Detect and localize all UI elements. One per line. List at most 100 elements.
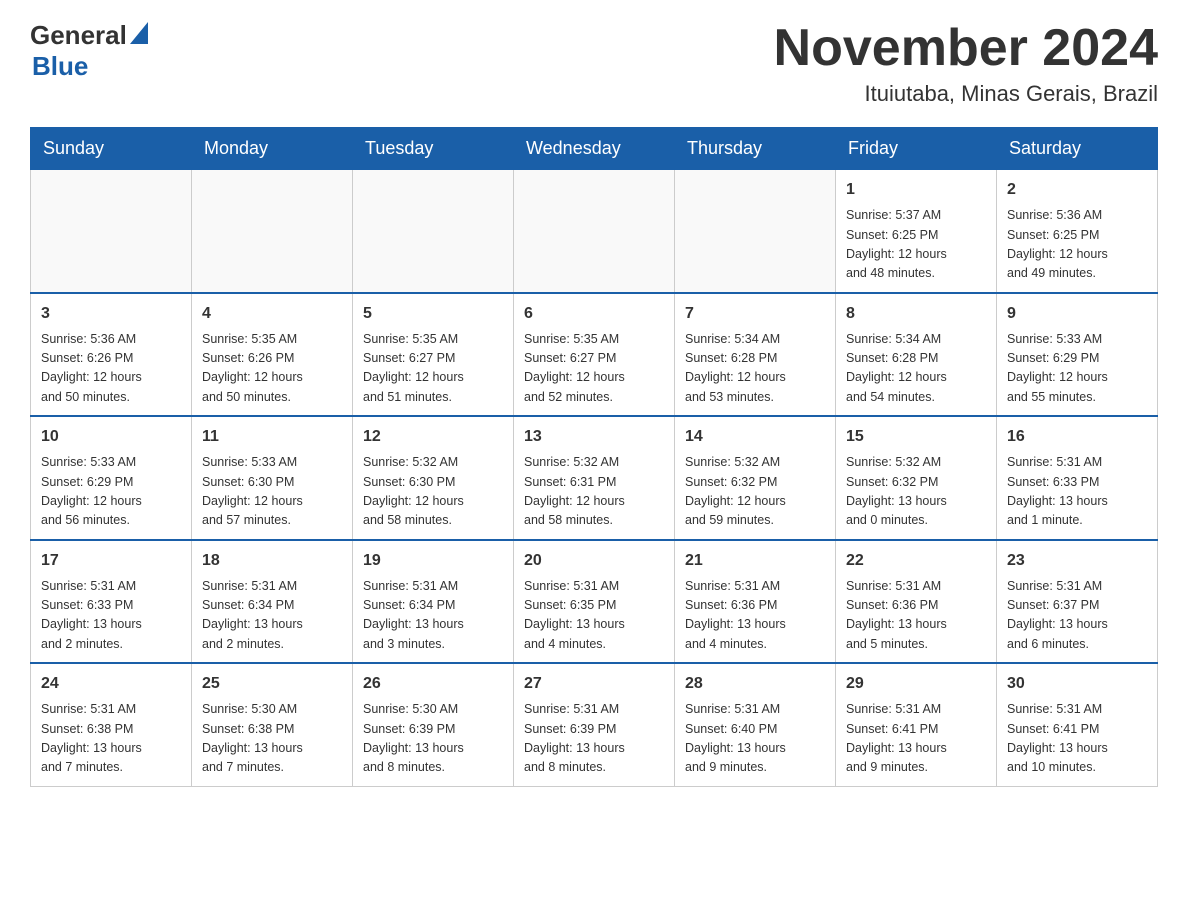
page-header: General Blue November 2024 Ituiutaba, Mi… — [30, 20, 1158, 107]
calendar-header-friday: Friday — [836, 128, 997, 170]
day-number: 6 — [524, 302, 664, 326]
day-number: 23 — [1007, 549, 1147, 573]
calendar-day-cell: 4Sunrise: 5:35 AMSunset: 6:26 PMDaylight… — [192, 293, 353, 417]
calendar-day-cell — [514, 170, 675, 293]
calendar-header-saturday: Saturday — [997, 128, 1158, 170]
day-info: Sunrise: 5:33 AMSunset: 6:30 PMDaylight:… — [202, 453, 342, 531]
day-number: 14 — [685, 425, 825, 449]
day-number: 17 — [41, 549, 181, 573]
day-info: Sunrise: 5:36 AMSunset: 6:25 PMDaylight:… — [1007, 206, 1147, 284]
day-number: 20 — [524, 549, 664, 573]
day-number: 19 — [363, 549, 503, 573]
calendar-day-cell: 20 Sunrise: 5:31 AMSunset: 6:35 PMDayligh… — [514, 540, 675, 664]
day-number: 16 — [1007, 425, 1147, 449]
day-number: 24 — [41, 672, 181, 696]
calendar-day-cell: 25 Sunrise: 5:30 AMSunset: 6:38 PMDayligh… — [192, 663, 353, 786]
calendar-week-row: 3Sunrise: 5:36 AMSunset: 6:26 PMDaylight… — [31, 293, 1158, 417]
calendar-day-cell: 14 Sunrise: 5:32 AMSunset: 6:32 PMDayligh… — [675, 416, 836, 540]
calendar-week-row: 17Sunrise: 5:31 AMSunset: 6:33 PMDayligh… — [31, 540, 1158, 664]
day-number: 27 — [524, 672, 664, 696]
day-number: 12 — [363, 425, 503, 449]
day-info: Sunrise: 5:37 AMSunset: 6:25 PMDaylight:… — [846, 206, 986, 284]
day-number: 5 — [363, 302, 503, 326]
calendar-day-cell — [31, 170, 192, 293]
calendar-day-cell: 12 Sunrise: 5:32 AMSunset: 6:30 PMDayligh… — [353, 416, 514, 540]
day-number: 7 — [685, 302, 825, 326]
calendar-day-cell: 21 Sunrise: 5:31 AMSunset: 6:36 PMDayligh… — [675, 540, 836, 664]
day-info: Sunrise: 5:33 AMSunset: 6:29 PMDaylight:… — [1007, 330, 1147, 408]
day-info: Sunrise: 5:31 AMSunset: 6:34 PMDaylight:… — [363, 577, 503, 655]
day-info: Sunrise: 5:31 AMSunset: 6:33 PMDaylight:… — [1007, 453, 1147, 531]
calendar-day-cell: 1 Sunrise: 5:37 AMSunset: 6:25 PMDaylight… — [836, 170, 997, 293]
day-number: 25 — [202, 672, 342, 696]
calendar-title: November 2024 — [774, 20, 1158, 77]
day-info: Sunrise: 5:30 AMSunset: 6:39 PMDaylight:… — [363, 700, 503, 778]
title-block: November 2024 Ituiutaba, Minas Gerais, B… — [774, 20, 1158, 107]
calendar-day-cell: 10 Sunrise: 5:33 AMSunset: 6:29 PMDayligh… — [31, 416, 192, 540]
day-number: 10 — [41, 425, 181, 449]
calendar-day-cell — [353, 170, 514, 293]
calendar-week-row: 1 Sunrise: 5:37 AMSunset: 6:25 PMDaylight… — [31, 170, 1158, 293]
logo-triangle-icon — [130, 22, 148, 49]
logo-blue-text: Blue — [32, 51, 88, 82]
calendar-header-monday: Monday — [192, 128, 353, 170]
calendar-day-cell: 17Sunrise: 5:31 AMSunset: 6:33 PMDayligh… — [31, 540, 192, 664]
calendar-day-cell — [192, 170, 353, 293]
day-info: Sunrise: 5:32 AMSunset: 6:32 PMDaylight:… — [685, 453, 825, 531]
calendar-day-cell: 13Sunrise: 5:32 AMSunset: 6:31 PMDayligh… — [514, 416, 675, 540]
day-info: Sunrise: 5:31 AMSunset: 6:41 PMDaylight:… — [846, 700, 986, 778]
calendar-table: SundayMondayTuesdayWednesdayThursdayFrid… — [30, 127, 1158, 787]
calendar-header-tuesday: Tuesday — [353, 128, 514, 170]
calendar-day-cell: 18 Sunrise: 5:31 AMSunset: 6:34 PMDayligh… — [192, 540, 353, 664]
calendar-day-cell: 30 Sunrise: 5:31 AMSunset: 6:41 PMDayligh… — [997, 663, 1158, 786]
day-info: Sunrise: 5:31 AMSunset: 6:41 PMDaylight:… — [1007, 700, 1147, 778]
calendar-day-cell: 28 Sunrise: 5:31 AMSunset: 6:40 PMDayligh… — [675, 663, 836, 786]
calendar-header-thursday: Thursday — [675, 128, 836, 170]
calendar-day-cell: 9 Sunrise: 5:33 AMSunset: 6:29 PMDaylight… — [997, 293, 1158, 417]
calendar-day-cell: 16 Sunrise: 5:31 AMSunset: 6:33 PMDayligh… — [997, 416, 1158, 540]
day-info: Sunrise: 5:31 AMSunset: 6:39 PMDaylight:… — [524, 700, 664, 778]
day-info: Sunrise: 5:32 AMSunset: 6:30 PMDaylight:… — [363, 453, 503, 531]
day-number: 11 — [202, 425, 342, 449]
calendar-header-sunday: Sunday — [31, 128, 192, 170]
day-info: Sunrise: 5:34 AMSunset: 6:28 PMDaylight:… — [685, 330, 825, 408]
day-info: Sunrise: 5:31 AMSunset: 6:35 PMDaylight:… — [524, 577, 664, 655]
day-number: 30 — [1007, 672, 1147, 696]
day-info: Sunrise: 5:31 AMSunset: 6:36 PMDaylight:… — [685, 577, 825, 655]
day-number: 29 — [846, 672, 986, 696]
day-info: Sunrise: 5:31 AMSunset: 6:37 PMDaylight:… — [1007, 577, 1147, 655]
day-number: 21 — [685, 549, 825, 573]
day-info: Sunrise: 5:34 AMSunset: 6:28 PMDaylight:… — [846, 330, 986, 408]
calendar-day-cell: 27 Sunrise: 5:31 AMSunset: 6:39 PMDayligh… — [514, 663, 675, 786]
calendar-day-cell: 23 Sunrise: 5:31 AMSunset: 6:37 PMDayligh… — [997, 540, 1158, 664]
calendar-header-wednesday: Wednesday — [514, 128, 675, 170]
day-info: Sunrise: 5:35 AMSunset: 6:27 PMDaylight:… — [524, 330, 664, 408]
day-info: Sunrise: 5:30 AMSunset: 6:38 PMDaylight:… — [202, 700, 342, 778]
day-info: Sunrise: 5:36 AMSunset: 6:26 PMDaylight:… — [41, 330, 181, 408]
day-info: Sunrise: 5:33 AMSunset: 6:29 PMDaylight:… — [41, 453, 181, 531]
day-number: 18 — [202, 549, 342, 573]
day-number: 28 — [685, 672, 825, 696]
day-info: Sunrise: 5:35 AMSunset: 6:27 PMDaylight:… — [363, 330, 503, 408]
day-info: Sunrise: 5:31 AMSunset: 6:34 PMDaylight:… — [202, 577, 342, 655]
calendar-day-cell: 7 Sunrise: 5:34 AMSunset: 6:28 PMDaylight… — [675, 293, 836, 417]
calendar-day-cell: 3Sunrise: 5:36 AMSunset: 6:26 PMDaylight… — [31, 293, 192, 417]
logo: General Blue — [30, 20, 148, 82]
day-number: 15 — [846, 425, 986, 449]
calendar-day-cell: 22Sunrise: 5:31 AMSunset: 6:36 PMDayligh… — [836, 540, 997, 664]
calendar-day-cell: 6 Sunrise: 5:35 AMSunset: 6:27 PMDaylight… — [514, 293, 675, 417]
logo-general-text: General — [30, 20, 127, 51]
day-number: 13 — [524, 425, 664, 449]
calendar-day-cell: 15Sunrise: 5:32 AMSunset: 6:32 PMDayligh… — [836, 416, 997, 540]
calendar-week-row: 10 Sunrise: 5:33 AMSunset: 6:29 PMDayligh… — [31, 416, 1158, 540]
day-number: 22 — [846, 549, 986, 573]
calendar-day-cell: 26 Sunrise: 5:30 AMSunset: 6:39 PMDayligh… — [353, 663, 514, 786]
day-number: 8 — [846, 302, 986, 326]
day-number: 9 — [1007, 302, 1147, 326]
calendar-day-cell: 19 Sunrise: 5:31 AMSunset: 6:34 PMDayligh… — [353, 540, 514, 664]
day-number: 1 — [846, 178, 986, 202]
day-number: 26 — [363, 672, 503, 696]
calendar-day-cell: 11 Sunrise: 5:33 AMSunset: 6:30 PMDayligh… — [192, 416, 353, 540]
calendar-header-row: SundayMondayTuesdayWednesdayThursdayFrid… — [31, 128, 1158, 170]
day-info: Sunrise: 5:31 AMSunset: 6:40 PMDaylight:… — [685, 700, 825, 778]
